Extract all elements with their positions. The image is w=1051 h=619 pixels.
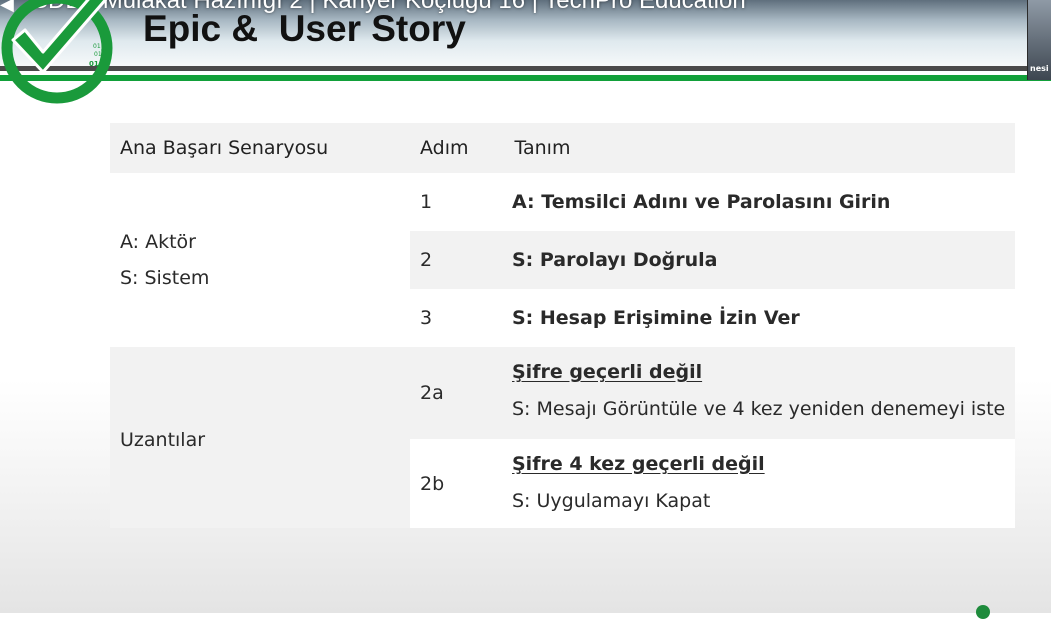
step-description: S: Hesap Erişimine İzin Ver — [512, 307, 800, 329]
main-scenario-cell: A: Aktör S: Sistem — [110, 173, 410, 347]
system-legend: S: Sistem — [120, 267, 210, 289]
step-number: 2 — [420, 249, 433, 271]
header-scenario-label: Ana Başarı Senaryosu — [120, 137, 329, 159]
step-number: 2a — [420, 382, 444, 404]
extension-action: S: Uygulamayı Kapat — [512, 490, 711, 512]
actor-legend: A: Aktör — [120, 231, 196, 253]
table-row: 2 S: Parolayı Doğrula — [410, 231, 1015, 289]
corner-logo-dot — [976, 605, 990, 619]
logo-digits: 01 — [93, 43, 101, 50]
header-step-description: Adım Tanım — [410, 123, 1015, 173]
slide-title: Epic & User Story — [143, 8, 466, 49]
participant-name: nesi — [1030, 64, 1049, 73]
step-number: 2b — [420, 472, 445, 495]
extensions-cell: Uzantılar — [110, 347, 410, 528]
extension-action: S: Mesajı Görüntüle ve 4 kez yeniden den… — [512, 398, 1006, 420]
table-row: 1 A: Temsilci Adını ve Parolasını Girin — [410, 173, 1015, 231]
header-description-label: Tanım — [514, 137, 571, 159]
header-divider — [0, 66, 1051, 71]
header-scenario: Ana Başarı Senaryosu — [110, 123, 410, 173]
extension-condition: Şifre geçerli değil — [512, 361, 703, 383]
logo-digits: 01 — [89, 60, 99, 68]
table-row: 2b Şifre 4 kez geçerli değil S: Uygulama… — [410, 439, 1015, 528]
header-accent-line — [0, 75, 1051, 81]
extension-condition: Şifre 4 kez geçerli değil — [512, 453, 765, 475]
step-description: S: Parolayı Doğrula — [512, 249, 718, 271]
logo-digits: 01 — [101, 48, 107, 54]
table-row: 3 S: Hesap Erişimine İzin Ver — [410, 289, 1015, 347]
header-step-label: Adım — [420, 137, 469, 159]
checkmark-logo-icon: 01 01 01 01 — [1, 0, 113, 104]
table-row: 2a Şifre geçerli değil S: Mesajı Görüntü… — [410, 347, 1015, 439]
step-number: 1 — [420, 191, 433, 213]
extensions-label: Uzantılar — [120, 428, 206, 451]
step-description: A: Temsilci Adını ve Parolasını Girin — [512, 191, 891, 213]
logo-digits: 01 — [94, 51, 102, 58]
step-number: 3 — [420, 307, 433, 329]
